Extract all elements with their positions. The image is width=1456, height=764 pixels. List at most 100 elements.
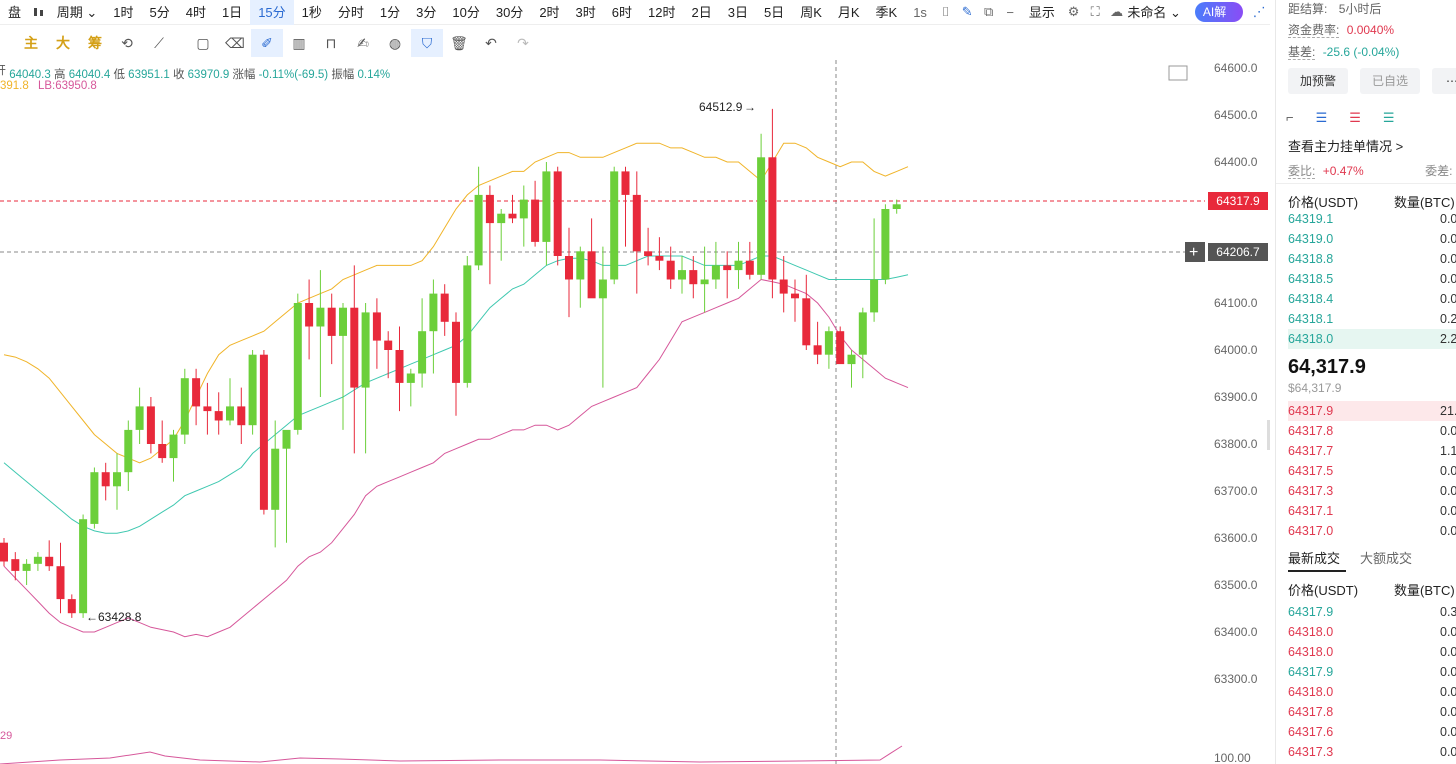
orderbook-row[interactable]: 64319.0 0.0 xyxy=(1288,229,1456,249)
row-price: 64317.8 xyxy=(1288,705,1334,719)
trade-row[interactable]: 64317.8 0.0 xyxy=(1288,702,1456,722)
note-icon[interactable]: ✍ xyxy=(347,29,379,57)
axis-label: 63600.0 xyxy=(1214,531,1258,545)
indicator-chips[interactable]: 筹 xyxy=(79,33,111,53)
orderbook-row[interactable]: 64317.5 0.0 xyxy=(1288,461,1456,481)
orderbook-row[interactable]: 64318.8 0.0 xyxy=(1288,249,1456,269)
tb-period[interactable]: 周期 ⌄ xyxy=(49,0,106,25)
candle-body xyxy=(395,350,404,383)
tb-1d[interactable]: 1日 xyxy=(214,0,250,25)
camera-icon[interactable]: ⌷ xyxy=(935,0,956,25)
orderbook-row[interactable]: 64317.0 0.0 xyxy=(1288,521,1456,541)
tb-1h[interactable]: 1时 xyxy=(105,0,141,25)
eraser-icon[interactable]: ⌫ xyxy=(219,29,251,57)
fullscreen-icon[interactable]: ⛶ xyxy=(1084,0,1105,25)
tb-1s[interactable]: 1秒 xyxy=(294,0,330,25)
chart-fullscreen-icon[interactable] xyxy=(1168,65,1188,81)
tab-latest-trades[interactable]: 最新成交 xyxy=(1288,548,1340,567)
candlestick-chart[interactable]: 64512.9 → ← 63428.8 29 + xyxy=(0,60,1270,764)
ai-button[interactable]: AI解读 xyxy=(1194,2,1243,39)
minus-icon[interactable]: − xyxy=(999,0,1020,25)
tb-5d[interactable]: 5日 xyxy=(756,0,792,25)
tb-week[interactable]: 周K xyxy=(792,0,830,25)
view-asks-icon[interactable]: ☰ xyxy=(1349,110,1361,126)
tb-30min[interactable]: 30分 xyxy=(488,0,531,25)
row-qty: 2.2 xyxy=(1440,332,1456,346)
view-split-icon[interactable]: ☰ xyxy=(1316,110,1328,126)
orderbook-row[interactable]: 64317.3 0.0 xyxy=(1288,481,1456,501)
tb-3min[interactable]: 3分 xyxy=(408,0,444,25)
candle-type-icon[interactable] xyxy=(29,0,49,25)
replay-icon[interactable]: ⟲ xyxy=(111,29,143,57)
tb-display[interactable]: 显示 xyxy=(1021,0,1063,25)
tb-3h[interactable]: 3时 xyxy=(568,0,604,25)
orderbook-row[interactable]: 64318.5 0.0 xyxy=(1288,269,1456,289)
pen-icon[interactable]: ✎ xyxy=(956,0,977,25)
tb-unnamed[interactable]: 未命名 ⌄ xyxy=(1127,0,1189,25)
brush-icon[interactable]: ◍ xyxy=(379,29,411,57)
orderbook-row[interactable]: 64318.4 0.0 xyxy=(1288,289,1456,309)
tab-large-trades[interactable]: 大额成交 xyxy=(1360,548,1412,567)
view-bids-icon[interactable]: ☰ xyxy=(1383,110,1395,126)
tb-spot[interactable]: 盘 xyxy=(0,0,29,25)
tb-10min[interactable]: 10分 xyxy=(444,0,487,25)
tb-3d[interactable]: 3日 xyxy=(720,0,756,25)
tb-month[interactable]: 月K xyxy=(830,0,868,25)
bars-icon[interactable]: ▥ xyxy=(283,29,315,57)
panel-collapse-handle[interactable] xyxy=(1267,420,1270,450)
ruler-icon[interactable]: ⟋ xyxy=(143,29,175,57)
col-qty: 数量(BTC) xyxy=(1394,583,1455,598)
trade-row[interactable]: 64318.0 0.0 xyxy=(1288,622,1456,642)
trade-row[interactable]: 64318.0 0.0 xyxy=(1288,642,1456,662)
tb-5m[interactable]: 5分 xyxy=(141,0,177,25)
add-alert-button[interactable]: 加预警 xyxy=(1288,68,1348,94)
rect-draw-icon[interactable]: ▢ xyxy=(187,29,219,57)
tb-1min[interactable]: 1分 xyxy=(372,0,408,25)
view-both-icon[interactable]: ⌐ xyxy=(1286,110,1294,126)
share-icon[interactable]: ⋰ xyxy=(1249,0,1270,25)
trade-row[interactable]: 64317.9 0.3 xyxy=(1288,602,1456,622)
orderbook-row[interactable]: 64317.8 0.0 xyxy=(1288,421,1456,441)
axis-label: 63900.0 xyxy=(1214,390,1258,404)
cloud-icon[interactable]: ☁ xyxy=(1106,0,1127,25)
trend-line-icon[interactable]: ✐ xyxy=(251,29,283,57)
candle-body xyxy=(237,406,246,426)
orderbook-row[interactable]: 64318.1 0.2 xyxy=(1288,309,1456,329)
orderbook-row[interactable]: 64317.9 21.2 xyxy=(1288,401,1456,421)
indicator-big[interactable]: 大 xyxy=(47,33,79,53)
more-button[interactable]: ⋯ xyxy=(1432,68,1456,94)
orderbook-row[interactable]: 64317.1 0.0 xyxy=(1288,501,1456,521)
trade-row[interactable]: 64317.3 0.0 xyxy=(1288,742,1456,762)
trade-row[interactable]: 64318.0 0.0 xyxy=(1288,682,1456,702)
tb-interval[interactable]: 1s xyxy=(905,0,935,25)
filter-icon[interactable]: ⛉ xyxy=(411,29,443,57)
undo-icon[interactable]: ↶ xyxy=(475,29,507,57)
lock-icon[interactable]: ⊓ xyxy=(315,29,347,57)
tb-2d[interactable]: 2日 xyxy=(683,0,719,25)
tb-timeline[interactable]: 分时 xyxy=(330,0,372,25)
row-price: 64319.1 xyxy=(1288,212,1334,226)
tb-15m[interactable]: 15分 xyxy=(250,0,294,25)
candle-body xyxy=(508,213,517,219)
expand-box-icon[interactable]: ⧉ xyxy=(978,0,999,25)
gear-icon[interactable]: ⚙ xyxy=(1063,0,1084,25)
tb-4h[interactable]: 4时 xyxy=(178,0,214,25)
redo-icon[interactable]: ↷ xyxy=(507,29,539,57)
orderbook-row[interactable]: 64318.0 2.2 xyxy=(1288,329,1456,349)
view-main-orders-link[interactable]: 查看主力挂单情况 > xyxy=(1288,136,1403,155)
tb-6h[interactable]: 6时 xyxy=(604,0,640,25)
tb-12h[interactable]: 12时 xyxy=(640,0,683,25)
trash-icon[interactable]: 🗑 xyxy=(443,29,475,57)
candle-body xyxy=(870,279,879,313)
candle-body xyxy=(858,312,867,355)
trade-row[interactable]: 64317.9 0.0 xyxy=(1288,662,1456,682)
row-price: 64318.1 xyxy=(1288,312,1334,326)
trade-row[interactable]: 64317.6 0.0 xyxy=(1288,722,1456,742)
orderbook-row[interactable]: 64317.7 1.1 xyxy=(1288,441,1456,461)
tb-2h[interactable]: 2时 xyxy=(531,0,567,25)
drawing-toolbar: 主 大 筹 ⟲ ⟋ ▢ ⌫ ✐ ▥ ⊓ ✍ ◍ ⛉ 🗑 ↶ ↷ xyxy=(0,28,560,58)
orderbook-row[interactable]: 64319.1 0.0 xyxy=(1288,209,1456,229)
indicator-main[interactable]: 主 xyxy=(0,33,47,53)
favorited-button[interactable]: 已自选 xyxy=(1360,68,1420,94)
tb-quarter[interactable]: 季K xyxy=(868,0,906,25)
